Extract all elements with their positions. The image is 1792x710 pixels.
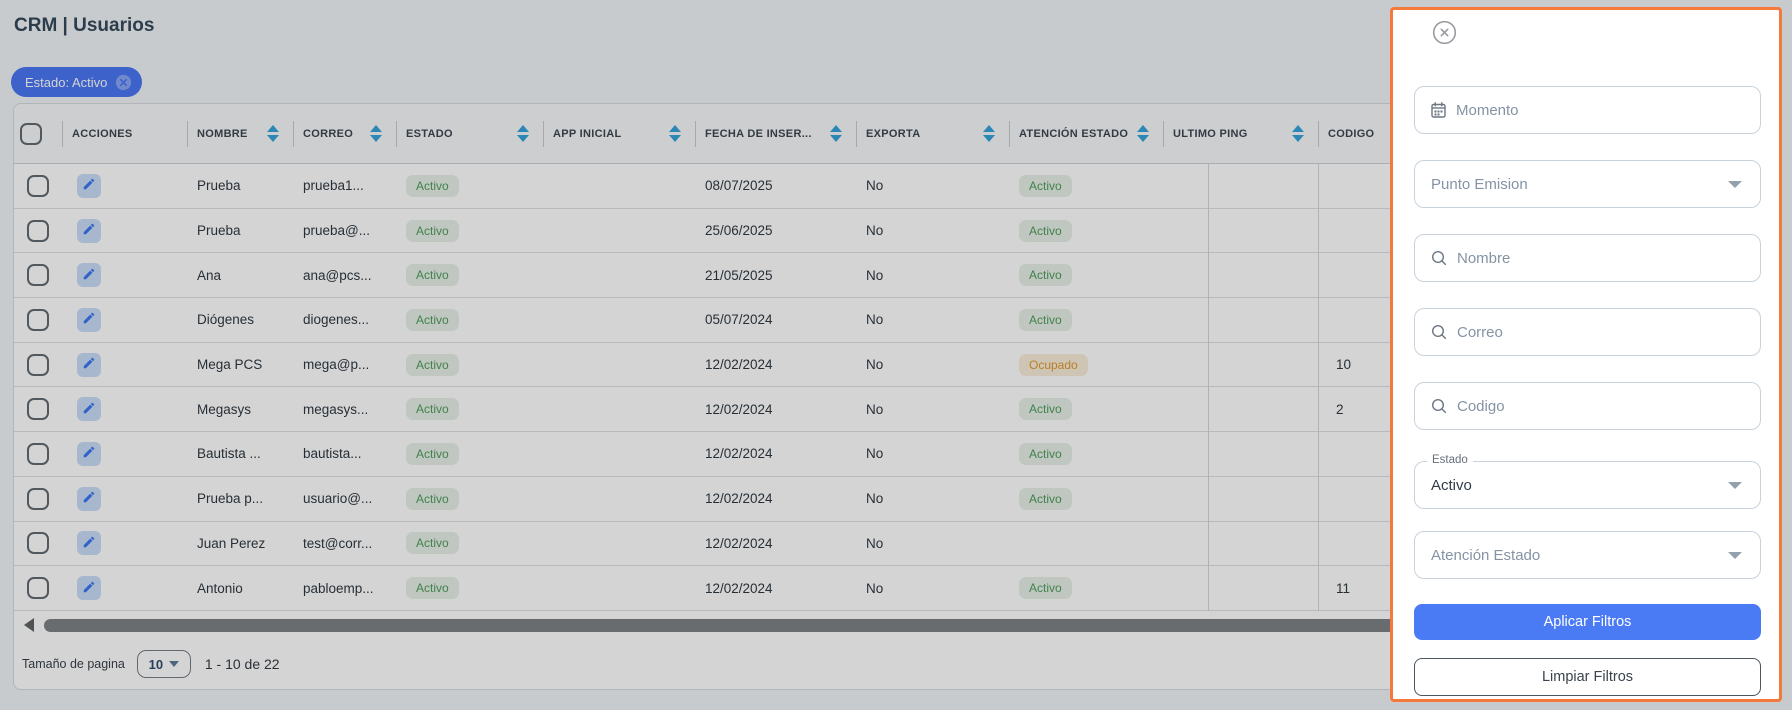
app-window: CRM | Usuarios Estado: Activo ACCIONESNO… <box>0 0 1792 710</box>
estado-select-value: Activo <box>1431 477 1472 494</box>
punto-emision-placeholder: Punto Emision <box>1431 176 1528 193</box>
search-icon <box>1431 398 1447 414</box>
clear-filters-button[interactable]: Limpiar Filtros <box>1414 658 1761 696</box>
apply-filters-button[interactable]: Aplicar Filtros <box>1414 604 1761 640</box>
codigo-input[interactable] <box>1457 398 1750 415</box>
chevron-down-icon <box>1728 482 1742 489</box>
nombre-search-field[interactable] <box>1414 234 1761 282</box>
estado-select[interactable]: Estado Activo <box>1414 461 1761 509</box>
nombre-input[interactable] <box>1457 250 1750 267</box>
filter-panel: Punto Emision Estado Activo <box>1390 7 1782 702</box>
search-icon <box>1431 324 1447 340</box>
codigo-search-field[interactable] <box>1414 382 1761 430</box>
calendar-icon <box>1431 102 1446 118</box>
search-icon <box>1431 250 1447 266</box>
close-filter-panel-button[interactable] <box>1431 20 1457 46</box>
chevron-down-icon <box>1728 552 1742 559</box>
chevron-down-icon <box>1728 181 1742 188</box>
correo-input[interactable] <box>1457 324 1750 341</box>
estado-select-label: Estado <box>1427 454 1473 466</box>
momento-input[interactable] <box>1456 102 1750 119</box>
atencion-estado-placeholder: Atención Estado <box>1431 547 1540 564</box>
correo-search-field[interactable] <box>1414 308 1761 356</box>
atencion-estado-select[interactable]: Atención Estado <box>1414 531 1761 579</box>
punto-emision-select[interactable]: Punto Emision <box>1414 160 1761 208</box>
momento-date-field[interactable] <box>1414 86 1761 134</box>
